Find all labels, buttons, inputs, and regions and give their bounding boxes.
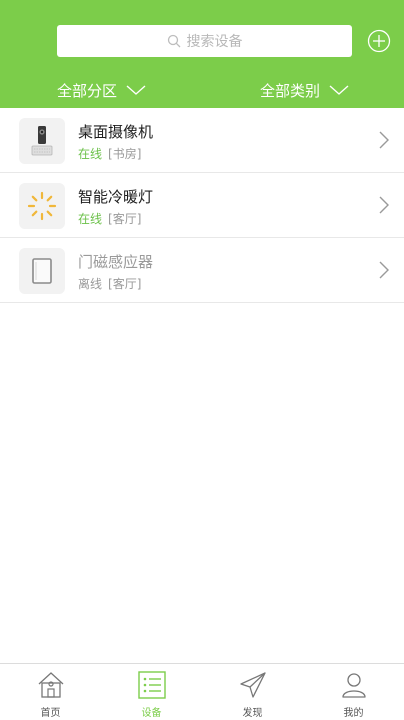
search-input[interactable]: 搜索设备 bbox=[57, 25, 352, 57]
chevron-right-icon bbox=[379, 196, 389, 214]
tab-label: 发现 bbox=[242, 708, 263, 719]
chevron-right-icon bbox=[379, 131, 389, 149]
home-icon bbox=[38, 672, 64, 698]
filter-area-dropdown[interactable]: 全部分区 bbox=[57, 76, 146, 104]
device-status: 在线 bbox=[78, 212, 103, 226]
chevron-down-icon bbox=[126, 85, 146, 95]
filter-category-dropdown[interactable]: 全部类别 bbox=[260, 76, 349, 104]
bottom-tab-bar: 首页 设备 发现 我的 bbox=[0, 663, 404, 720]
chevron-right-icon bbox=[379, 261, 389, 279]
search-placeholder: 搜索设备 bbox=[186, 34, 243, 50]
chevron-down-icon bbox=[329, 85, 349, 95]
device-list-icon bbox=[138, 671, 166, 699]
device-room: [客厅] bbox=[108, 212, 142, 226]
header-bar: 搜索设备 全部分区 全部类别 bbox=[0, 0, 404, 108]
tab-label: 我的 bbox=[343, 708, 364, 719]
filter-category-label: 全部类别 bbox=[260, 81, 321, 100]
device-name: 智能冷暖灯 bbox=[78, 188, 154, 206]
tab-home[interactable]: 首页 bbox=[0, 664, 101, 720]
camera-icon bbox=[19, 118, 65, 164]
tab-me[interactable]: 我的 bbox=[303, 664, 404, 720]
add-device-button[interactable] bbox=[367, 29, 391, 53]
device-room: [书房] bbox=[108, 147, 142, 161]
device-name: 门磁感应器 bbox=[78, 253, 154, 271]
device-room: [客厅] bbox=[108, 277, 142, 291]
door-sensor-icon bbox=[19, 248, 65, 294]
paper-plane-icon bbox=[240, 672, 266, 698]
tab-label: 设备 bbox=[141, 708, 162, 719]
device-status: 在线 bbox=[78, 147, 103, 161]
tab-devices[interactable]: 设备 bbox=[101, 664, 202, 720]
device-row-camera[interactable]: 桌面摄像机 在线 [书房] bbox=[0, 108, 404, 173]
device-row-door-sensor[interactable]: 门磁感应器 离线 [客厅] bbox=[0, 238, 404, 303]
tab-discover[interactable]: 发现 bbox=[202, 664, 303, 720]
device-row-lamp[interactable]: 智能冷暖灯 在线 [客厅] bbox=[0, 173, 404, 238]
device-list: 桌面摄像机 在线 [书房] 智能冷暖灯 在线 [客厅] 门磁感应器 离线 [客厅… bbox=[0, 108, 404, 303]
tab-label: 首页 bbox=[40, 708, 61, 719]
device-status: 离线 bbox=[78, 277, 103, 291]
lamp-icon bbox=[19, 183, 65, 229]
user-icon bbox=[342, 673, 366, 698]
search-icon bbox=[167, 34, 180, 48]
filter-area-label: 全部分区 bbox=[57, 81, 118, 100]
device-name: 桌面摄像机 bbox=[78, 123, 154, 141]
